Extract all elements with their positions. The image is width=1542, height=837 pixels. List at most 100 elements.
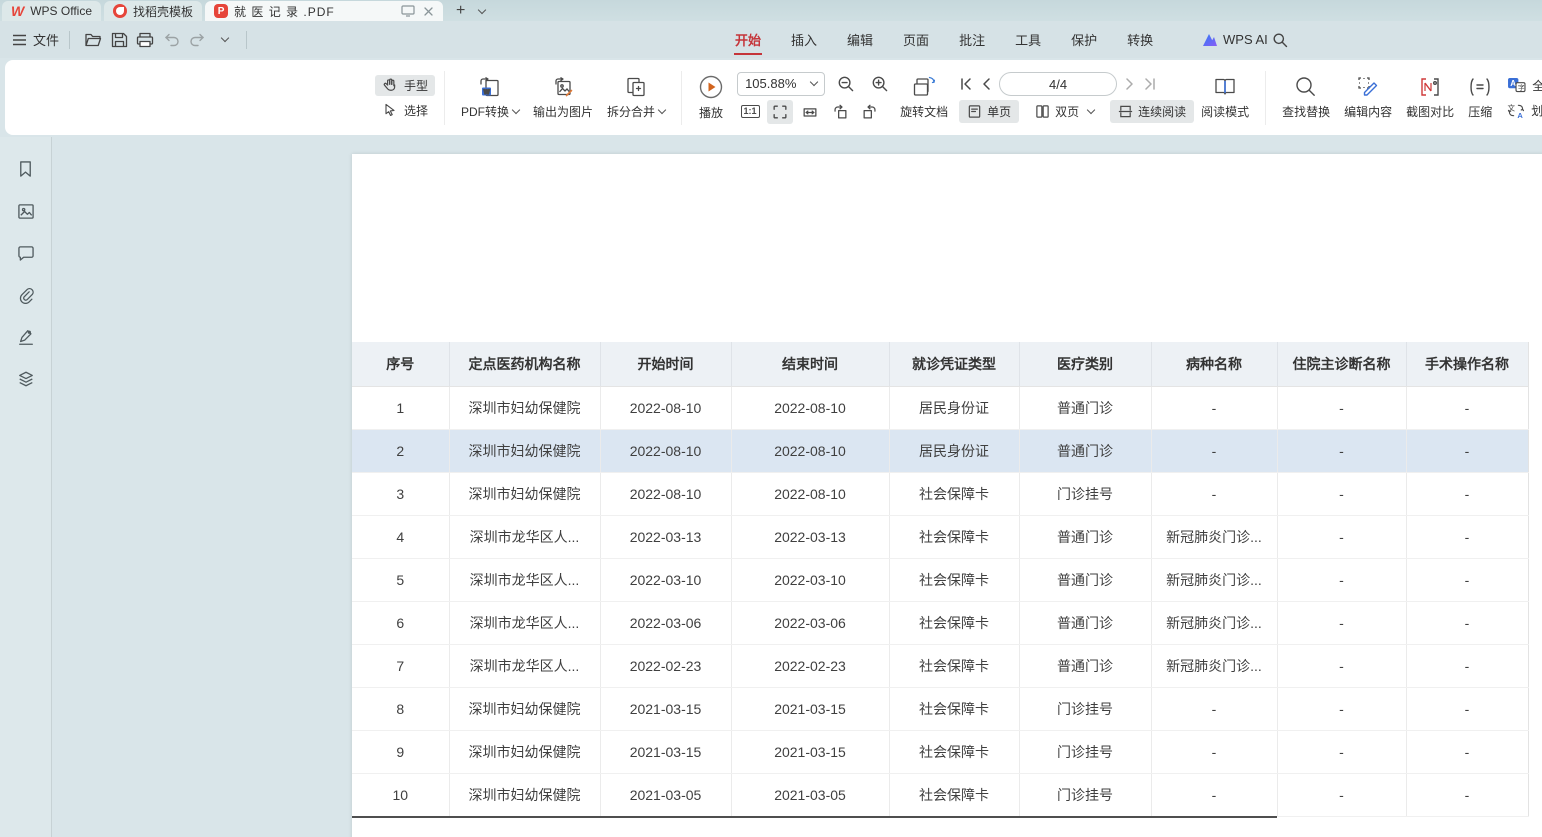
more-history-button[interactable] <box>210 27 236 53</box>
hand-tool-button[interactable]: 手型 <box>375 75 435 96</box>
read-mode-button[interactable]: 阅读模式 <box>1194 71 1256 124</box>
tab-docer-templates[interactable]: 找稻壳模板 <box>104 1 202 21</box>
table-cell: - <box>1406 558 1528 601</box>
cursor-icon <box>382 102 398 118</box>
redo-button[interactable] <box>184 27 210 53</box>
table-cell: 普通门诊 <box>1019 558 1151 601</box>
compress-button[interactable]: 压缩 <box>1461 71 1499 124</box>
table-cell: 深圳市龙华区人... <box>449 644 600 687</box>
rotate-right-button[interactable] <box>857 100 883 124</box>
table-cell: - <box>1406 687 1528 730</box>
screenshot-compare-button[interactable]: 截图对比 <box>1399 71 1461 124</box>
thumbnails-panel-button[interactable] <box>12 199 40 223</box>
table-cell: 4 <box>352 515 449 558</box>
select-tool-button[interactable]: 选择 <box>375 100 435 121</box>
next-page-button[interactable] <box>1124 77 1136 91</box>
attachments-panel-button[interactable] <box>12 283 40 307</box>
file-menu-button[interactable]: 文件 <box>12 30 59 49</box>
table-cell: - <box>1277 429 1406 472</box>
table-cell: 深圳市龙华区人... <box>449 515 600 558</box>
last-page-button[interactable] <box>1143 77 1157 91</box>
fit-page-button[interactable] <box>767 100 793 124</box>
export-image-label: 输出为图片 <box>533 103 593 120</box>
export-image-button[interactable]: 输出为图片 <box>526 71 600 124</box>
page-number-input[interactable]: 4/4 <box>999 72 1117 96</box>
undo-button[interactable] <box>158 27 184 53</box>
wps-ai-button[interactable]: WPS AI <box>1202 32 1268 47</box>
redo-icon <box>189 33 206 47</box>
bookmarks-panel-button[interactable] <box>12 157 40 181</box>
menu-item-编辑[interactable]: 编辑 <box>846 26 874 53</box>
menu-item-插入[interactable]: 插入 <box>790 26 818 53</box>
previous-page-button[interactable] <box>980 77 992 91</box>
first-page-button[interactable] <box>959 77 973 91</box>
tab-document-pdf[interactable]: P 就 医 记 录 .PDF <box>205 1 443 21</box>
table-header-cell: 定点医药机构名称 <box>449 342 600 386</box>
menu-item-保护[interactable]: 保护 <box>1070 26 1098 53</box>
left-panel-rail <box>0 137 52 837</box>
find-replace-button[interactable]: 查找替换 <box>1275 71 1337 124</box>
menu-item-页面[interactable]: 页面 <box>902 26 930 53</box>
comments-panel-button[interactable] <box>12 241 40 265</box>
new-tab-button[interactable]: + <box>456 4 465 18</box>
table-cell: 普通门诊 <box>1019 429 1151 472</box>
open-in-window-icon[interactable] <box>401 5 415 17</box>
table-cell: 新冠肺炎门诊... <box>1151 515 1277 558</box>
wps-logo-icon: W <box>11 4 24 18</box>
table-cell: 10 <box>352 773 449 816</box>
full-translate-button[interactable]: A 字 全文翻译 <box>1503 76 1542 95</box>
rotate-left-icon <box>831 103 849 121</box>
menu-item-批注[interactable]: 批注 <box>958 26 986 53</box>
table-cell: - <box>1406 515 1528 558</box>
search-menu-button[interactable] <box>1272 32 1288 48</box>
tab-list-chevron-icon[interactable] <box>478 5 486 13</box>
menu-item-转换[interactable]: 转换 <box>1126 26 1154 53</box>
split-merge-button[interactable]: 拆分合并 <box>600 71 672 124</box>
table-cell: - <box>1151 773 1277 816</box>
divider <box>1265 71 1266 125</box>
pdf-file-icon: P <box>214 4 228 18</box>
table-cell: 2022-08-10 <box>731 472 889 515</box>
rotate-document-button[interactable]: 旋转文档 <box>893 71 955 124</box>
rotate-right-icon <box>861 103 879 121</box>
table-cell: 2022-03-10 <box>731 558 889 601</box>
pdf-convert-label: PDF转换 <box>461 103 509 120</box>
save-button[interactable] <box>106 27 132 53</box>
zoom-level-select[interactable]: 105.88% <box>737 72 825 96</box>
print-button[interactable] <box>132 27 158 53</box>
divider <box>681 71 682 125</box>
pdf-canvas[interactable]: 序号定点医药机构名称开始时间结束时间就诊凭证类型医疗类别病种名称住院主诊断名称手… <box>52 137 1542 837</box>
signature-panel-button[interactable] <box>12 325 40 349</box>
single-page-button[interactable]: 单页 <box>959 100 1019 123</box>
menu-item-工具[interactable]: 工具 <box>1014 26 1042 53</box>
open-file-button[interactable] <box>80 27 106 53</box>
pen-icon <box>17 328 35 346</box>
actual-size-button[interactable]: 1:1 <box>737 100 763 124</box>
table-cell: 2022-02-23 <box>600 644 731 687</box>
tab-wps-office[interactable]: W WPS Office <box>2 1 101 21</box>
fit-width-button[interactable] <box>797 100 823 124</box>
play-button[interactable]: 播放 <box>691 70 731 125</box>
table-cell: 深圳市妇幼保健院 <box>449 730 600 773</box>
pdf-convert-button[interactable]: W PDF转换 <box>454 71 526 124</box>
table-cell: - <box>1277 773 1406 816</box>
menu-item-开始[interactable]: 开始 <box>734 26 762 53</box>
zoom-in-button[interactable] <box>867 72 893 96</box>
layers-panel-button[interactable] <box>12 367 40 391</box>
rotate-left-button[interactable] <box>827 100 853 124</box>
svg-text:A: A <box>1510 79 1516 88</box>
continuous-read-button[interactable]: 连续阅读 <box>1110 100 1194 123</box>
zoom-out-button[interactable] <box>833 72 859 96</box>
double-page-button[interactable]: 双页 <box>1027 100 1102 123</box>
word-translate-button[interactable]: 文 A 划词翻译 <box>1503 101 1542 120</box>
close-tab-icon[interactable] <box>423 6 434 17</box>
divider <box>246 31 247 49</box>
table-cell: 门诊挂号 <box>1019 773 1151 816</box>
table-cell: 社会保障卡 <box>889 515 1019 558</box>
edit-content-button[interactable]: 编辑内容 <box>1337 71 1399 124</box>
hand-icon <box>382 77 398 93</box>
table-cell: 2021-03-15 <box>731 730 889 773</box>
table-cell: 2022-03-13 <box>600 515 731 558</box>
chevron-down-icon <box>658 106 666 114</box>
edit-content-label: 编辑内容 <box>1344 103 1392 120</box>
